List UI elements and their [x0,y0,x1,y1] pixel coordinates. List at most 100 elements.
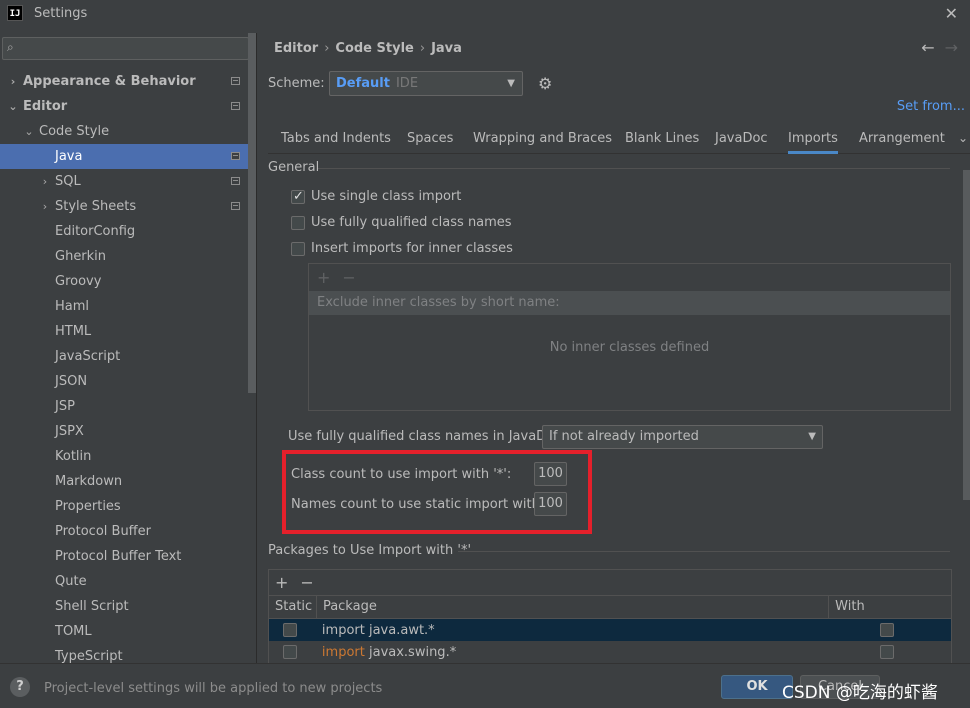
chevron-down-icon: ▼ [507,78,515,89]
forward-arrow-icon[interactable]: → [945,38,958,57]
checkbox[interactable] [291,216,305,230]
option-fully-qualified[interactable]: Use fully qualified class names [291,214,512,232]
col-static[interactable]: Static [269,596,317,618]
javadoc-value: If not already imported [549,429,699,444]
sidebar-item[interactable]: EditorConfig [0,219,256,244]
sidebar-item[interactable]: HTML [0,319,256,344]
scheme-badge-icon [231,77,240,85]
tab[interactable]: Imports [788,124,838,154]
sidebar-item[interactable]: JavaScript [0,344,256,369]
chevron-down-icon[interactable]: ⌄ [24,119,34,144]
chevron-down-icon[interactable]: ⌄ [8,94,18,119]
add-icon[interactable]: + [275,573,288,592]
scheme-select[interactable]: Default IDE ▼ [329,71,523,96]
inner-empty-text: No inner classes defined [549,340,710,355]
static-checkbox[interactable] [282,623,297,637]
sidebar-item-label: Qute [55,574,87,589]
option-label: Use single class import [311,189,462,204]
general-title: General [268,160,320,175]
sidebar-scrollbar[interactable] [248,33,256,393]
class-count-label: Class count to use import with '*': [291,467,512,482]
sidebar-item[interactable]: ⌄ Code Style [0,119,256,144]
table-row[interactable]: import java.awt.* [269,619,951,641]
sidebar-item[interactable]: › SQL [0,169,256,194]
tab[interactable]: Wrapping and Braces [473,124,612,154]
chevron-right-icon[interactable]: › [40,194,50,219]
names-count-label: Names count to use static import with '*… [291,497,563,512]
breadcrumb-code-style[interactable]: Code Style [335,41,413,56]
sidebar-item-label: JSP [55,399,75,414]
javadoc-select[interactable]: If not already imported ▼ [542,425,823,449]
tab[interactable]: Spaces [407,124,453,154]
remove-icon[interactable]: − [342,268,355,287]
sidebar-item[interactable]: Groovy [0,269,256,294]
sidebar-item[interactable]: JSON [0,369,256,394]
sidebar-item[interactable]: › Style Sheets [0,194,256,219]
close-icon[interactable]: ✕ [945,4,958,23]
option-inner-classes[interactable]: Insert imports for inner classes [291,240,513,258]
tab[interactable]: Blank Lines [625,124,699,154]
sidebar-item[interactable]: Java [0,144,256,169]
sidebar-item[interactable]: JSP [0,394,256,419]
sidebar-item[interactable]: ⌄ Editor [0,94,256,119]
sidebar-item[interactable]: TOML [0,619,256,644]
checkbox[interactable] [291,188,305,206]
option-single-class-import[interactable]: Use single class import [291,188,461,206]
inner-classes-panel: + − Exclude inner classes by short name: … [308,263,951,411]
divider [318,168,950,169]
sidebar-item[interactable]: JSPX [0,419,256,444]
help-icon[interactable]: ? [10,677,30,697]
sidebar-item-label: Markdown [55,474,123,489]
sidebar-item[interactable]: TypeScript [0,644,256,663]
sidebar-item[interactable]: Kotlin [0,444,256,469]
sidebar-item-label: TypeScript [55,649,123,663]
sidebar-item-label: Protocol Buffer [55,524,151,539]
gear-icon[interactable]: ⚙ [538,74,552,93]
chevron-down-icon[interactable]: ⌄ [958,131,968,145]
chevron-right-icon[interactable]: › [8,69,18,94]
content-scrollbar[interactable] [963,170,970,500]
chevron-right-icon[interactable]: › [40,169,50,194]
option-label: Use fully qualified class names [311,215,512,230]
sidebar-item[interactable]: Gherkin [0,244,256,269]
set-from-link[interactable]: Set from... [897,99,965,114]
table-header: Static Package With Subpackages [269,595,951,636]
sidebar-item[interactable]: Shell Script [0,594,256,619]
sidebar-item-label: Code Style [39,124,110,139]
search-input[interactable]: ⌕ [2,37,249,60]
names-count-input[interactable]: 100 [534,492,567,516]
col-package[interactable]: Package [317,596,830,618]
sidebar-item-label: Style Sheets [55,199,137,214]
sidebar-item[interactable]: Haml [0,294,256,319]
checkbox[interactable] [291,242,305,256]
back-arrow-icon[interactable]: ← [921,38,934,57]
sidebar-item[interactable]: Protocol Buffer [0,519,256,544]
table-row[interactable]: import javax.swing.* [269,641,951,663]
class-count-input[interactable]: 100 [534,462,567,486]
remove-icon[interactable]: − [300,573,313,592]
breadcrumb-editor[interactable]: Editor [274,41,318,56]
scheme-badge-icon [231,177,240,185]
sidebar-item-label: SQL [55,174,81,189]
sidebar-item[interactable]: Properties [0,494,256,519]
sidebar-item[interactable]: › Appearance & Behavior [0,69,256,94]
sidebar-item[interactable]: Qute [0,569,256,594]
javadoc-label: Use fully qualified class names in JavaD… [288,429,566,444]
packages-title: Packages to Use Import with '*' [268,543,472,558]
chevron-down-icon: ▼ [808,431,816,442]
subpackages-checkbox[interactable] [880,645,895,659]
col-subpackages[interactable]: With Subpackages [829,596,951,636]
sidebar-item[interactable]: Protocol Buffer Text [0,544,256,569]
add-icon[interactable]: + [317,268,330,287]
static-checkbox[interactable] [282,645,297,659]
tab[interactable]: JavaDoc [715,124,768,154]
tab[interactable]: Tabs and Indents [281,124,391,154]
sidebar-item[interactable]: Markdown [0,469,256,494]
watermark: CSDN @吃海的虾酱 [782,683,938,703]
sidebar-item-label: TOML [55,624,92,639]
package-name: import javax.swing.* [317,645,829,660]
footer: ? Project-level settings will be applied… [0,663,970,708]
tab[interactable]: Arrangement [859,124,945,154]
search-icon: ⌕ [7,40,14,54]
subpackages-checkbox[interactable] [880,623,895,637]
